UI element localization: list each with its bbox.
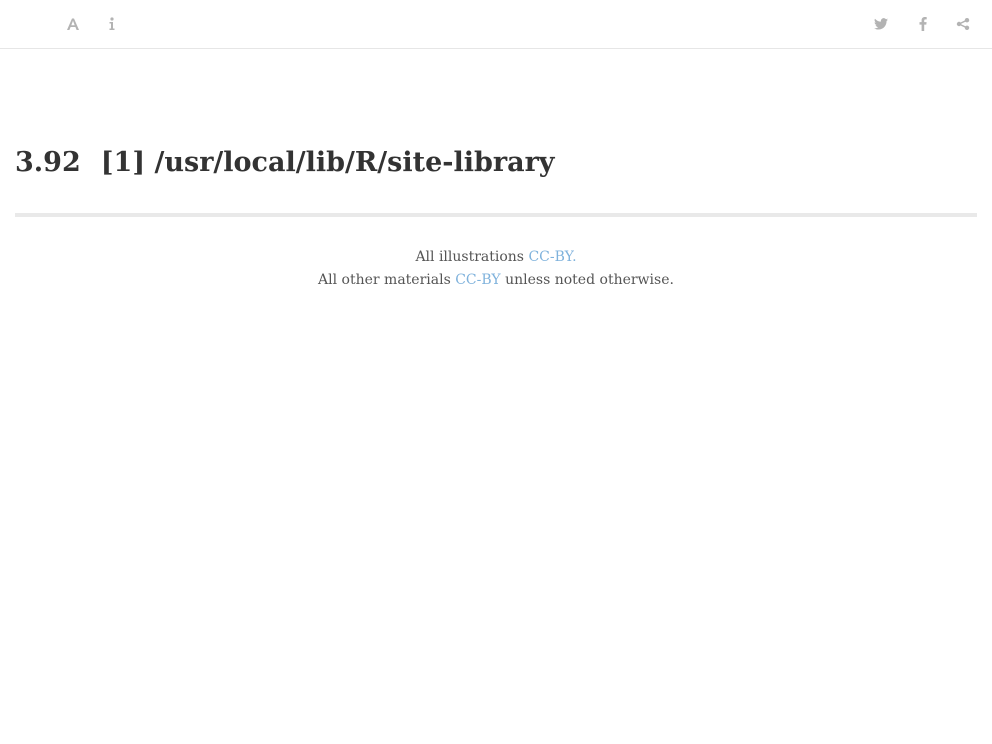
info-icon [108,17,116,31]
heading-divider [15,213,977,217]
license-footer: All illustrations CC-BY. All other mater… [0,246,992,292]
facebook-share-button[interactable] [911,12,935,36]
section-number: 3.92 [15,147,81,178]
facebook-icon [919,17,927,31]
book-toolbar [0,0,992,49]
materials-license-line: All other materials CC-BY unless noted o… [0,269,992,292]
cc-by-illustrations-link[interactable]: CC-BY. [528,249,576,265]
font-settings-button[interactable] [61,12,85,36]
materials-license-text: All other materials [318,272,451,288]
cc-by-materials-link[interactable]: CC-BY [455,272,500,288]
share-button[interactable] [951,12,975,36]
font-settings-icon [66,17,80,31]
page-heading: 3.92 [1] /usr/local/lib/R/site-library [15,140,977,186]
section-title: [1] /usr/local/lib/R/site-library [100,147,555,178]
materials-license-suffix: unless noted otherwise. [505,272,674,288]
share-icon [956,18,970,30]
twitter-icon [874,18,888,30]
illustrations-license-text: All illustrations [415,249,524,265]
info-button[interactable] [100,12,124,36]
illustrations-license-line: All illustrations CC-BY. [0,246,992,269]
twitter-share-button[interactable] [869,12,893,36]
